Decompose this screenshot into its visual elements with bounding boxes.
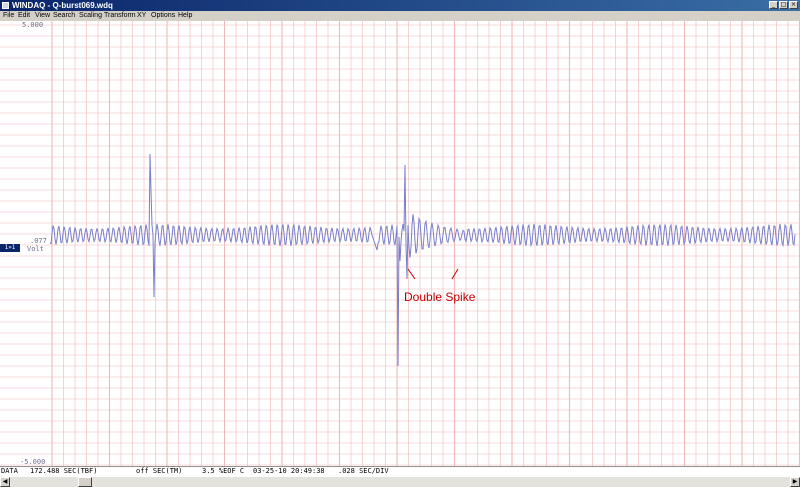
horizontal-scrollbar[interactable]: ◀ ▶ [0, 477, 800, 487]
waveform-trace [49, 153, 796, 367]
annotation-marks [407, 268, 459, 280]
menu-transform[interactable]: Transform [104, 12, 136, 19]
scroll-thumb[interactable] [78, 477, 92, 487]
plot-grid [0, 21, 800, 466]
waveform-plot[interactable]: 5.000 -5.000 .077 Volt [0, 21, 800, 466]
annotation-pointer [407, 268, 416, 280]
cursor-value-label: .077 [30, 237, 47, 245]
menu-bar: File Edit View Search Scaling Transform … [0, 11, 800, 21]
menu-search[interactable]: Search [53, 12, 75, 19]
status-timestamp: 03-25-10 20:49:38 [253, 467, 325, 475]
scroll-right-arrow-icon[interactable]: ▶ [790, 477, 800, 487]
menu-edit[interactable]: Edit [18, 12, 30, 19]
menu-xy[interactable]: XY [137, 12, 146, 19]
y-min-label: -5.000 [20, 458, 46, 466]
maximize-button[interactable]: □ [779, 1, 788, 9]
scroll-left-arrow-icon[interactable]: ◀ [0, 477, 10, 487]
status-time: 172.488 SEC(TBF) [30, 467, 98, 475]
y-max-label: 5.000 [22, 21, 44, 29]
window-title: WINDAQ - Q-burst069.wdq [12, 1, 113, 10]
minimize-button[interactable]: _ [769, 1, 778, 9]
menu-view[interactable]: View [35, 12, 50, 19]
double-spike-annotation: Double Spike [404, 290, 476, 304]
status-timebase: .028 SEC/DIV [338, 467, 389, 475]
status-eof: 3.5 %EOF C [202, 467, 245, 475]
menu-help[interactable]: Help [178, 12, 192, 19]
status-mode: DATA [1, 467, 18, 475]
menu-scaling[interactable]: Scaling [79, 12, 102, 19]
channel-tag[interactable]: 1»1 [0, 244, 20, 252]
waveform-canvas[interactable] [0, 21, 800, 466]
menu-file[interactable]: File [3, 12, 14, 19]
status-marker: off SEC(TM) [136, 467, 183, 475]
status-bar: DATA 172.488 SEC(TBF) off SEC(TM) 3.5 %EOF … [0, 466, 800, 477]
app-icon [2, 2, 9, 9]
close-button[interactable]: × [789, 1, 798, 9]
title-bar: WINDAQ - Q-burst069.wdq _ □ × [0, 0, 800, 11]
menu-options[interactable]: Options [151, 12, 175, 19]
unit-label: Volt [27, 245, 44, 253]
